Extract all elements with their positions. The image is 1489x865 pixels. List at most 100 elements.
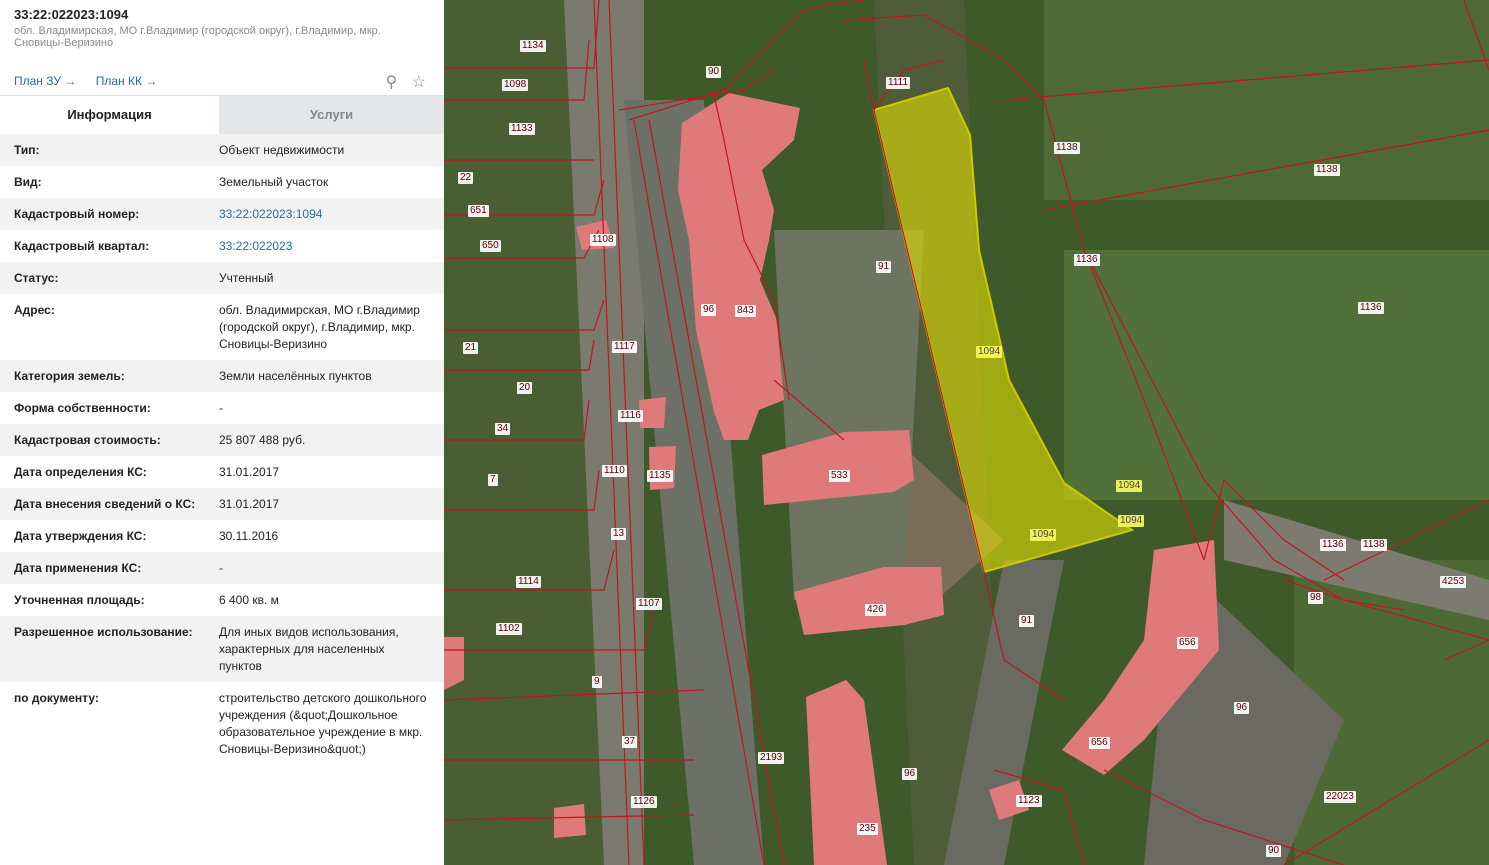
info-row: Дата применения КС: - xyxy=(0,552,444,584)
map-label: 1126 xyxy=(631,796,657,808)
map-label: 1138 xyxy=(1314,164,1340,176)
info-row: Вид: Земельный участок xyxy=(0,166,444,198)
map-label: 13 xyxy=(611,528,627,540)
info-row: Категория земель: Земли населённых пункто… xyxy=(0,360,444,392)
info-row: Кадастровый квартал: 33:22:022023 xyxy=(0,230,444,262)
row-key: Вид: xyxy=(14,175,42,189)
map-label: 91 xyxy=(1019,615,1035,627)
map-label: 533 xyxy=(829,470,850,482)
cadastral-map[interactable]: 1134 90 1111 1098 1133 1138 1138 22 651 … xyxy=(444,0,1489,865)
map-label: 9 xyxy=(592,676,602,688)
map-label: 1133 xyxy=(509,123,535,135)
row-key: Дата применения КС: xyxy=(14,561,142,575)
header-address: обл. Владимирская, МО г.Владимир (городс… xyxy=(14,25,381,49)
map-label: 20 xyxy=(517,382,533,394)
row-value: Для иных видов использования, характерны… xyxy=(219,625,399,673)
map-label: 90 xyxy=(706,66,722,78)
row-key: Дата утверждения КС: xyxy=(14,529,147,543)
row-key: Дата внесения сведений о КС: xyxy=(14,497,196,511)
row-key: Кадастровый номер: xyxy=(14,207,140,221)
row-value: обл. Владимирская, МО г.Владимир (городс… xyxy=(219,303,420,351)
cadastral-number-link[interactable]: 33:22:022023:1094 xyxy=(219,206,429,223)
map-label: 21 xyxy=(463,342,479,354)
info-row: Разрешенное использование: Для иных видов… xyxy=(0,616,444,682)
map-label: 1102 xyxy=(496,623,522,635)
map-label: 1114 xyxy=(516,576,541,588)
map-label: 1110 xyxy=(602,465,627,477)
map-label: 1135 xyxy=(647,470,673,482)
map-label: 1098 xyxy=(502,79,529,91)
info-table: Тип: Объект недвижимости Вид: Земельный уч… xyxy=(0,134,444,765)
map-label: 1107 xyxy=(636,598,662,610)
row-key: Дата определения КС: xyxy=(14,465,147,479)
map-label: 1108 xyxy=(590,234,616,246)
info-panel: 33:22:022023:1094 обл. Владимирская, МО … xyxy=(0,0,444,865)
row-value: 30.11.2016 xyxy=(219,529,279,543)
row-value: 31.01.2017 xyxy=(219,465,280,479)
row-key: Статус: xyxy=(14,271,59,285)
building-1135 xyxy=(649,446,676,490)
search-on-map-icon[interactable]: ⚲ xyxy=(385,74,397,91)
row-key: Категория земель: xyxy=(14,369,125,383)
star-icon[interactable]: ☆ xyxy=(412,74,426,91)
row-value: 25 807 488 руб. xyxy=(219,433,306,447)
info-row: Форма собственности: - xyxy=(0,392,444,424)
tab-info[interactable]: Информация xyxy=(0,96,219,134)
plan-zu-link[interactable]: План ЗУ → xyxy=(14,74,76,88)
map-label: 1138 xyxy=(1361,539,1387,551)
row-value: - xyxy=(219,401,223,415)
parcel-label-1094: 1094 xyxy=(1030,529,1057,541)
row-value: - xyxy=(219,561,223,575)
row-key: Адрес: xyxy=(14,303,55,317)
map-label: 1136 xyxy=(1074,254,1100,266)
map-label: 22023 xyxy=(1324,791,1356,803)
map-label: 1111 xyxy=(886,77,911,89)
map-label: 656 xyxy=(1089,737,1110,749)
info-row: Кадастровая стоимость: 25 807 488 руб. xyxy=(0,424,444,456)
map-label: 90 xyxy=(1266,845,1282,857)
map-label: 96 xyxy=(902,768,918,780)
info-row: Уточненная площадь: 6 400 кв. м xyxy=(0,584,444,616)
plan-links: План ЗУ → План КК → xyxy=(14,74,173,88)
row-value: Объект недвижимости xyxy=(219,143,345,157)
header-icons: ⚲ ☆ xyxy=(375,72,426,92)
map-label: 426 xyxy=(865,604,886,616)
map-label: 650 xyxy=(480,240,501,252)
map-label: 4253 xyxy=(1440,576,1467,588)
row-value: строительство детского дошкольного учреж… xyxy=(219,691,427,756)
map-canvas xyxy=(444,0,1489,865)
row-key: Тип: xyxy=(14,143,40,157)
info-row: Адрес: обл. Владимирская, МО г.Владимир (… xyxy=(0,294,444,360)
map-label: 651 xyxy=(468,205,489,217)
row-key: Кадастровый квартал: xyxy=(14,239,150,253)
info-row: Дата определения КС: 31.01.2017 xyxy=(0,456,444,488)
tabs: Информация Услуги xyxy=(0,95,444,134)
row-value: Учтенный xyxy=(219,271,274,285)
map-label: 1138 xyxy=(1054,142,1080,154)
row-value: Земельный участок xyxy=(219,175,329,189)
row-value: 6 400 кв. м xyxy=(219,593,279,607)
map-label: 7 xyxy=(488,474,498,486)
cadastral-quarter-link[interactable]: 33:22:022023 xyxy=(219,238,429,255)
row-key: Уточненная площадь: xyxy=(14,593,145,607)
tab-services[interactable]: Услуги xyxy=(219,96,444,134)
info-row: Тип: Объект недвижимости xyxy=(0,134,444,166)
parcel-label-1094: 1094 xyxy=(1118,515,1145,527)
row-key: Форма собственности: xyxy=(14,401,151,415)
info-row: Дата утверждения КС: 30.11.2016 xyxy=(0,520,444,552)
info-row: Кадастровый номер: 33:22:022023:1094 xyxy=(0,198,444,230)
plan-kk-link[interactable]: План КК → xyxy=(96,74,158,88)
row-key: по документу: xyxy=(14,691,99,705)
map-label: 1123 xyxy=(1016,795,1042,807)
map-label: 1134 xyxy=(520,40,546,52)
info-row: Дата внесения сведений о КС: 31.01.2017 xyxy=(0,488,444,520)
parcel-label-1094: 1094 xyxy=(976,346,1003,358)
row-key: Кадастровая стоимость: xyxy=(14,433,161,447)
building-82 xyxy=(554,804,586,838)
map-label: 843 xyxy=(735,305,756,317)
map-label: 656 xyxy=(1177,637,1198,649)
map-label: 96 xyxy=(701,304,717,316)
map-label: 1116 xyxy=(618,410,643,422)
info-row: по документу: строительство детского дошк… xyxy=(0,682,444,765)
map-label: 1136 xyxy=(1320,539,1346,551)
